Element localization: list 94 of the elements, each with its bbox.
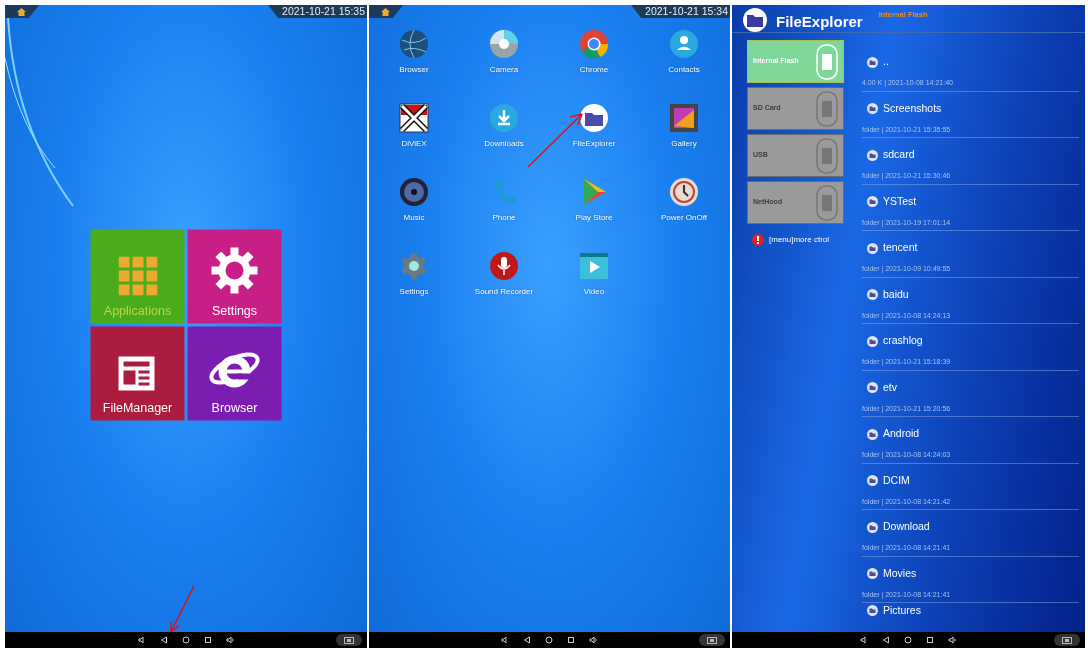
folder-icon bbox=[867, 521, 878, 533]
gear-icon bbox=[209, 245, 260, 296]
volume-down-icon[interactable] bbox=[501, 636, 509, 644]
video-play-icon bbox=[578, 250, 610, 282]
folder-icon bbox=[867, 196, 878, 208]
camera-lens-icon bbox=[488, 28, 520, 60]
home-button-icon[interactable] bbox=[904, 636, 912, 644]
recents-icon[interactable] bbox=[926, 636, 934, 644]
file-name: .. bbox=[883, 54, 889, 70]
screenshot-button[interactable] bbox=[1054, 634, 1080, 646]
person-icon bbox=[668, 28, 700, 60]
home-icon bbox=[381, 7, 390, 16]
screenshot-icon bbox=[344, 636, 354, 644]
folder-icon bbox=[867, 335, 878, 347]
file-name: DCIM bbox=[883, 472, 910, 488]
file-name: Movies bbox=[883, 565, 917, 581]
folder-icon bbox=[578, 102, 610, 134]
storage-chip-icon bbox=[816, 137, 838, 174]
app-icon-item[interactable]: Play Store bbox=[549, 176, 639, 244]
launcher-tile[interactable]: FileManager bbox=[90, 326, 185, 421]
folder-icon bbox=[867, 242, 878, 254]
microphone-icon bbox=[488, 250, 520, 282]
app-title: FileExplorer bbox=[776, 12, 863, 32]
folder-icon bbox=[867, 149, 878, 161]
chrome-logo-icon bbox=[578, 28, 610, 60]
folder-icon bbox=[867, 475, 878, 487]
file-name: sdcard bbox=[883, 147, 915, 163]
storage-chip-icon bbox=[816, 43, 838, 80]
home-button-icon[interactable] bbox=[181, 636, 190, 644]
app-icon-item[interactable]: Chrome bbox=[549, 28, 639, 96]
recents-icon[interactable] bbox=[567, 636, 575, 644]
status-time: 2021-10-21 15:35 bbox=[268, 5, 367, 18]
app-icon-item[interactable]: DiViEX bbox=[369, 102, 459, 170]
folder-icon bbox=[867, 56, 878, 68]
file-name: Download bbox=[883, 519, 930, 535]
app-icon-item[interactable]: Phone bbox=[459, 176, 549, 244]
app-icon-item[interactable]: Settings bbox=[369, 250, 459, 318]
folder-icon bbox=[742, 7, 768, 33]
screenshot-icon bbox=[1062, 636, 1072, 644]
app-icon-item[interactable]: Gallery bbox=[639, 102, 729, 170]
volume-down-icon[interactable] bbox=[137, 636, 146, 644]
launcher-tile[interactable]: Browser bbox=[187, 326, 282, 421]
volume-up-icon[interactable] bbox=[589, 636, 598, 644]
globe-icon bbox=[398, 28, 430, 60]
app-grid-icon bbox=[118, 256, 157, 296]
download-icon bbox=[488, 102, 520, 134]
recents-icon[interactable] bbox=[203, 636, 212, 644]
clock-icon bbox=[668, 176, 700, 208]
volume-up-icon[interactable] bbox=[225, 636, 235, 644]
home-tab[interactable] bbox=[5, 5, 39, 18]
home-button-icon[interactable] bbox=[545, 636, 553, 644]
home-tab[interactable] bbox=[369, 5, 403, 18]
storage-chip-icon bbox=[816, 184, 838, 221]
app-icon-item[interactable]: FileExplorer bbox=[549, 102, 639, 170]
back-icon[interactable] bbox=[159, 636, 168, 644]
back-icon[interactable] bbox=[882, 636, 890, 644]
app-icon-item[interactable]: Browser bbox=[369, 28, 459, 96]
app-icon-item[interactable]: Downloads bbox=[459, 102, 549, 170]
folder-icon bbox=[867, 382, 878, 394]
file-name: tencent bbox=[883, 240, 918, 256]
folder-icon bbox=[867, 289, 878, 301]
file-name: etv bbox=[883, 379, 897, 395]
app-icon-item[interactable]: Video bbox=[549, 250, 639, 318]
storage-chip-icon bbox=[816, 90, 838, 127]
volume-down-icon[interactable] bbox=[860, 636, 868, 644]
file-name: Screenshots bbox=[883, 100, 942, 116]
file-name: YSTest bbox=[883, 193, 917, 209]
screenshot-button[interactable] bbox=[336, 634, 362, 646]
launcher-tile[interactable]: Settings bbox=[187, 229, 282, 324]
file-name: Pictures bbox=[883, 603, 921, 618]
folder-icon bbox=[867, 103, 878, 115]
file-list-row[interactable]: Pictures bbox=[862, 603, 1079, 635]
menu-hint: [menu]more ctrol bbox=[769, 234, 830, 246]
folder-icon bbox=[867, 568, 878, 580]
file-name: baidu bbox=[883, 286, 909, 302]
app-icon-item[interactable]: Sound Recorder bbox=[459, 250, 549, 318]
file-name: Android bbox=[883, 426, 920, 442]
alert-icon bbox=[752, 234, 764, 246]
app-icon-item[interactable]: Power OnOff bbox=[639, 176, 729, 244]
screenshot-button[interactable] bbox=[699, 634, 725, 646]
speaker-icon bbox=[398, 176, 430, 208]
home-icon bbox=[17, 7, 26, 16]
back-icon[interactable] bbox=[523, 636, 531, 644]
folder-icon bbox=[867, 428, 878, 440]
app-icon-item[interactable]: Camera bbox=[459, 28, 549, 96]
picture-frame-icon bbox=[668, 102, 700, 134]
x-logo-icon bbox=[398, 102, 430, 134]
screenshot-icon bbox=[707, 636, 717, 644]
volume-up-icon[interactable] bbox=[948, 636, 957, 644]
app-icon-item[interactable]: Contacts bbox=[639, 28, 729, 96]
file-name: crashlog bbox=[883, 333, 923, 349]
app-icon-item[interactable]: Music bbox=[369, 176, 459, 244]
folder-icon bbox=[867, 605, 878, 617]
status-time: 2021-10-21 15:34 bbox=[631, 5, 730, 18]
